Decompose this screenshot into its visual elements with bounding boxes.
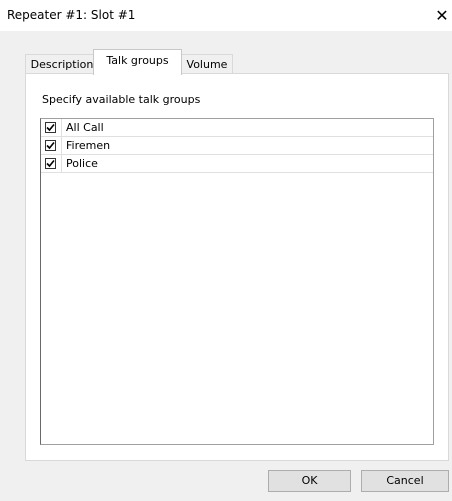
cancel-button[interactable]: Cancel	[361, 470, 449, 492]
talk-groups-panel: Specify available talk groups All Call F…	[25, 73, 449, 461]
close-button[interactable]: ✕	[432, 0, 452, 31]
checkbox-cell	[41, 155, 62, 172]
list-item-all-call[interactable]: All Call	[41, 119, 433, 137]
list-item-label: Firemen	[66, 139, 111, 152]
checkbox-cell	[41, 137, 62, 154]
tab-volume[interactable]: Volume	[181, 54, 233, 74]
tab-description[interactable]: Description	[25, 54, 99, 74]
list-item-firemen[interactable]: Firemen	[41, 137, 433, 155]
firemen-checkbox[interactable]	[45, 140, 56, 151]
police-checkbox[interactable]	[45, 158, 56, 169]
list-item-label: All Call	[66, 121, 104, 134]
checkmark-icon	[46, 159, 55, 168]
dialog-window: Repeater #1: Slot #1 ✕ Description Talk …	[0, 0, 452, 501]
checkmark-icon	[46, 141, 55, 150]
close-icon: ✕	[435, 6, 449, 25]
checkmark-icon	[46, 123, 55, 132]
title-bar: Repeater #1: Slot #1 ✕	[0, 0, 452, 31]
instruction-label: Specify available talk groups	[42, 93, 201, 106]
checkbox-cell	[41, 119, 62, 136]
ok-button[interactable]: OK	[268, 470, 351, 492]
talk-groups-list[interactable]: All Call Firemen Police	[40, 118, 434, 445]
list-item-police[interactable]: Police	[41, 155, 433, 173]
tab-talk-groups[interactable]: Talk groups	[93, 49, 182, 75]
window-title: Repeater #1: Slot #1	[7, 8, 136, 22]
all-call-checkbox[interactable]	[45, 122, 56, 133]
list-item-label: Police	[66, 157, 98, 170]
